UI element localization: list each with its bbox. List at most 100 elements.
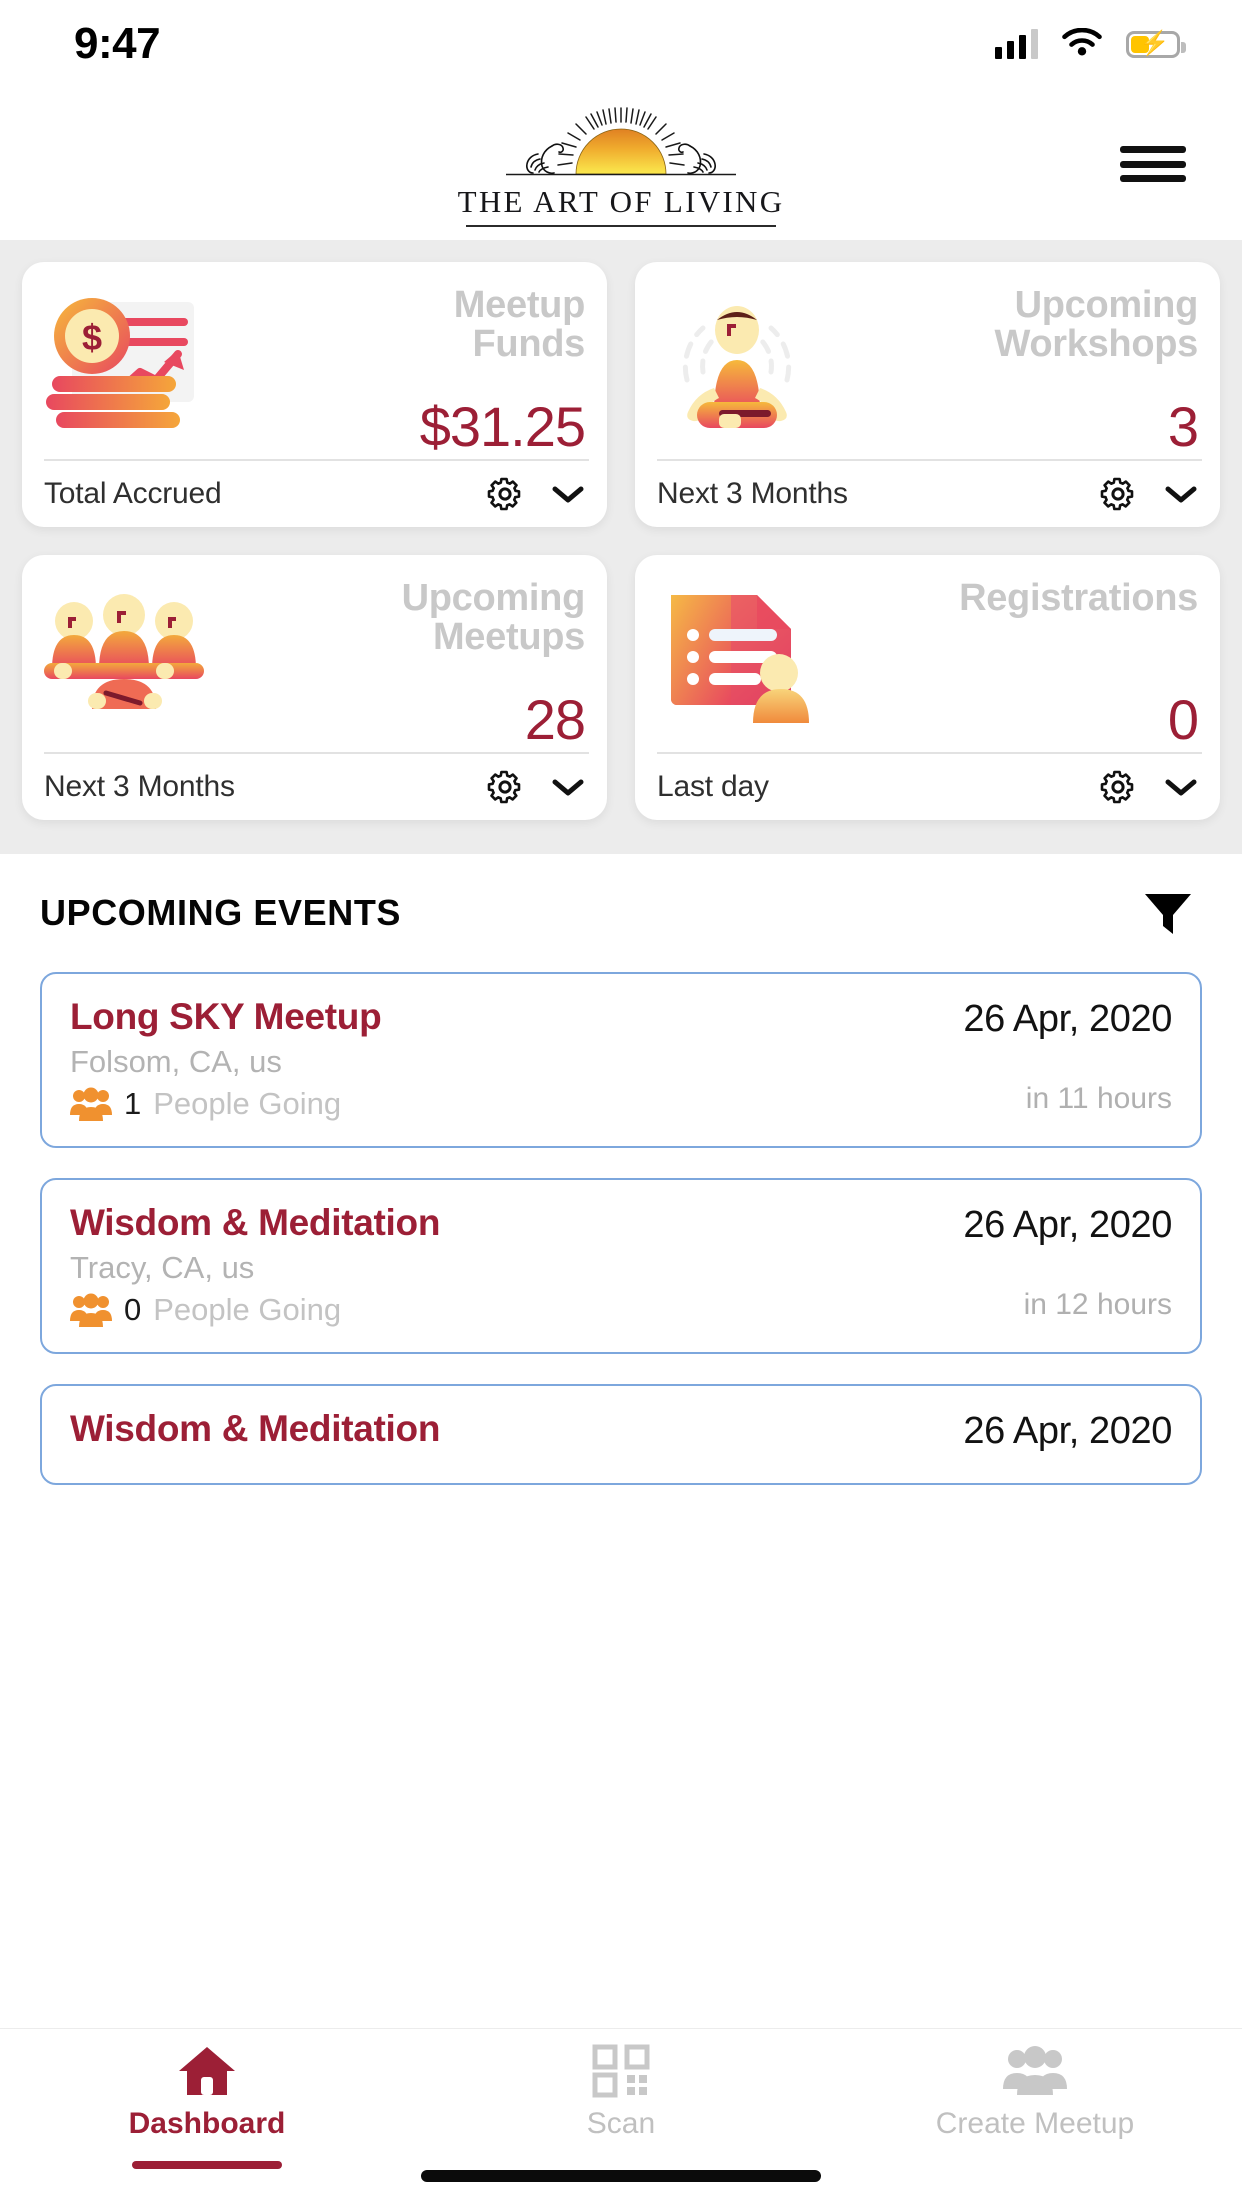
art-of-living-sun-swans-logo bbox=[506, 106, 736, 175]
svg-text:$: $ bbox=[82, 317, 102, 358]
card-label: Next 3 Months bbox=[44, 770, 235, 803]
tab-label: Dashboard bbox=[128, 2107, 286, 2140]
logo-rule bbox=[466, 224, 776, 227]
chevron-down-icon[interactable] bbox=[1164, 483, 1198, 505]
upcoming-events-section: UPCOMING EVENTS Long SKY Meetup Folsom, … bbox=[0, 854, 1242, 1485]
card-value: $31.25 bbox=[419, 395, 586, 458]
gear-icon[interactable] bbox=[485, 474, 525, 514]
gear-icon[interactable] bbox=[1098, 474, 1138, 514]
art-of-living-logo: THE ART OF LIVING bbox=[458, 102, 782, 227]
cellular-signal-icon bbox=[995, 29, 1038, 59]
card-actions bbox=[485, 474, 585, 514]
card-title-line2: Funds bbox=[472, 323, 586, 366]
card-meta: Meetup Funds $31.25 bbox=[204, 280, 586, 459]
stat-card-upcoming-workshops[interactable]: Upcoming Workshops 3 Next 3 Months bbox=[635, 262, 1220, 527]
card-title-line1: Upcoming bbox=[1014, 284, 1199, 326]
event-list-item[interactable]: Wisdom & Meditation Tracy, CA, us 0 Peop… bbox=[40, 1178, 1202, 1354]
registration-form-icon bbox=[657, 577, 817, 727]
card-title: Meetup Funds bbox=[204, 284, 586, 366]
card-bottom: Last day bbox=[657, 754, 1198, 820]
stat-card-meetup-funds[interactable]: $ Meetup Funds $31.25 Total Accrued bbox=[22, 262, 607, 527]
event-info: Wisdom & Meditation Tracy, CA, us 0 Peop… bbox=[70, 1202, 440, 1328]
card-title-line2: Meetups bbox=[432, 616, 585, 659]
card-bottom: Total Accrued bbox=[44, 461, 585, 527]
stat-card-upcoming-meetups[interactable]: Upcoming Meetups 28 Next 3 Months bbox=[22, 555, 607, 820]
stats-row-1: $ Meetup Funds $31.25 Total Accrued Upco… bbox=[22, 262, 1220, 527]
card-top: Upcoming Workshops 3 bbox=[657, 280, 1199, 459]
gear-icon[interactable] bbox=[485, 767, 525, 807]
status-indicators: ⚡ bbox=[995, 28, 1186, 60]
card-title: Upcoming Workshops bbox=[817, 284, 1199, 366]
event-relative-time: in 11 hours bbox=[1025, 1082, 1172, 1115]
event-name: Wisdom & Meditation bbox=[70, 1408, 441, 1449]
meditation-person-icon bbox=[657, 284, 817, 434]
event-location: Tracy, CA, us bbox=[70, 1250, 255, 1285]
tab-scan[interactable]: Scan bbox=[414, 2043, 828, 2169]
card-top: Upcoming Meetups 28 bbox=[44, 573, 586, 752]
status-bar: 9:47 ⚡ bbox=[0, 0, 1242, 88]
event-location: Folsom, CA, us bbox=[70, 1044, 282, 1079]
filter-funnel-icon[interactable] bbox=[1142, 890, 1194, 936]
people-group-icon bbox=[70, 1087, 112, 1121]
events-header: UPCOMING EVENTS bbox=[40, 884, 1202, 936]
people-group-icon bbox=[1003, 2046, 1067, 2095]
chevron-down-icon[interactable] bbox=[551, 483, 585, 505]
hamburger-menu-icon[interactable] bbox=[1120, 140, 1186, 188]
event-list-item[interactable]: Wisdom & Meditation 26 Apr, 2020 bbox=[40, 1384, 1202, 1485]
card-title: Upcoming Meetups bbox=[204, 577, 586, 659]
logo-text: THE ART OF LIVING bbox=[457, 183, 785, 219]
event-date: 26 Apr, 2020 bbox=[963, 1204, 1172, 1246]
money-coins-chart-icon: $ bbox=[44, 284, 204, 434]
event-date: 26 Apr, 2020 bbox=[963, 998, 1172, 1040]
attendee-count: 0 bbox=[124, 1292, 142, 1327]
attendee-count: 1 bbox=[124, 1086, 142, 1121]
attendee-label: People Going bbox=[153, 1086, 342, 1121]
people-group-icon bbox=[70, 1293, 112, 1327]
gear-icon[interactable] bbox=[1098, 767, 1138, 807]
app-header: THE ART OF LIVING bbox=[0, 88, 1242, 240]
event-date: 26 Apr, 2020 bbox=[963, 1410, 1172, 1452]
qr-code-icon bbox=[592, 2044, 650, 2098]
tab-label: Create Meetup bbox=[935, 2107, 1135, 2140]
page-title: UPCOMING EVENTS bbox=[40, 892, 402, 933]
home-indicator bbox=[421, 2170, 821, 2182]
card-title-line1: Upcoming bbox=[401, 577, 586, 619]
attendee-label: People Going bbox=[153, 1292, 342, 1327]
card-title-line1: Meetup bbox=[453, 284, 586, 326]
card-value: 0 bbox=[1167, 688, 1199, 751]
event-name: Wisdom & Meditation bbox=[70, 1202, 441, 1243]
home-icon bbox=[179, 2047, 235, 2095]
tab-active-underline bbox=[132, 2161, 282, 2169]
event-timing: 26 Apr, 2020 bbox=[963, 1408, 1172, 1459]
battery-charging-icon: ⚡ bbox=[1126, 30, 1186, 58]
chevron-down-icon[interactable] bbox=[1164, 776, 1198, 798]
card-top: $ Meetup Funds $31.25 bbox=[44, 280, 586, 459]
card-actions bbox=[1098, 767, 1198, 807]
chevron-down-icon[interactable] bbox=[551, 776, 585, 798]
stat-card-registrations[interactable]: Registrations 0 Last day bbox=[635, 555, 1220, 820]
event-attendance: 0 People Going bbox=[70, 1292, 440, 1328]
card-meta: Upcoming Workshops 3 bbox=[817, 280, 1199, 459]
tab-dashboard[interactable]: Dashboard bbox=[0, 2043, 414, 2169]
card-bottom: Next 3 Months bbox=[657, 461, 1198, 527]
event-info: Long SKY Meetup Folsom, CA, us 1 People … bbox=[70, 996, 382, 1122]
event-timing: 26 Apr, 2020 in 11 hours bbox=[963, 996, 1172, 1122]
wifi-icon bbox=[1062, 28, 1102, 56]
card-title-line2: Workshops bbox=[994, 323, 1198, 366]
card-title-line1: Registrations bbox=[959, 577, 1198, 619]
event-relative-time: in 12 hours bbox=[1023, 1288, 1172, 1321]
card-meta: Registrations 0 bbox=[817, 573, 1199, 752]
event-list-item[interactable]: Long SKY Meetup Folsom, CA, us 1 People … bbox=[40, 972, 1202, 1148]
card-bottom: Next 3 Months bbox=[44, 754, 585, 820]
stats-row-2: Upcoming Meetups 28 Next 3 Months Regist… bbox=[22, 555, 1220, 820]
tab-create-meetup[interactable]: Create Meetup bbox=[828, 2043, 1242, 2169]
card-meta: Upcoming Meetups 28 bbox=[204, 573, 586, 752]
stats-grid: $ Meetup Funds $31.25 Total Accrued Upco… bbox=[0, 240, 1242, 854]
event-info: Wisdom & Meditation bbox=[70, 1408, 440, 1459]
tab-label: Scan bbox=[586, 2107, 656, 2140]
event-attendance: 1 People Going bbox=[70, 1086, 381, 1122]
card-label: Total Accrued bbox=[44, 477, 222, 510]
card-actions bbox=[1098, 474, 1198, 514]
card-top: Registrations 0 bbox=[657, 573, 1199, 752]
card-value: 28 bbox=[524, 688, 586, 751]
